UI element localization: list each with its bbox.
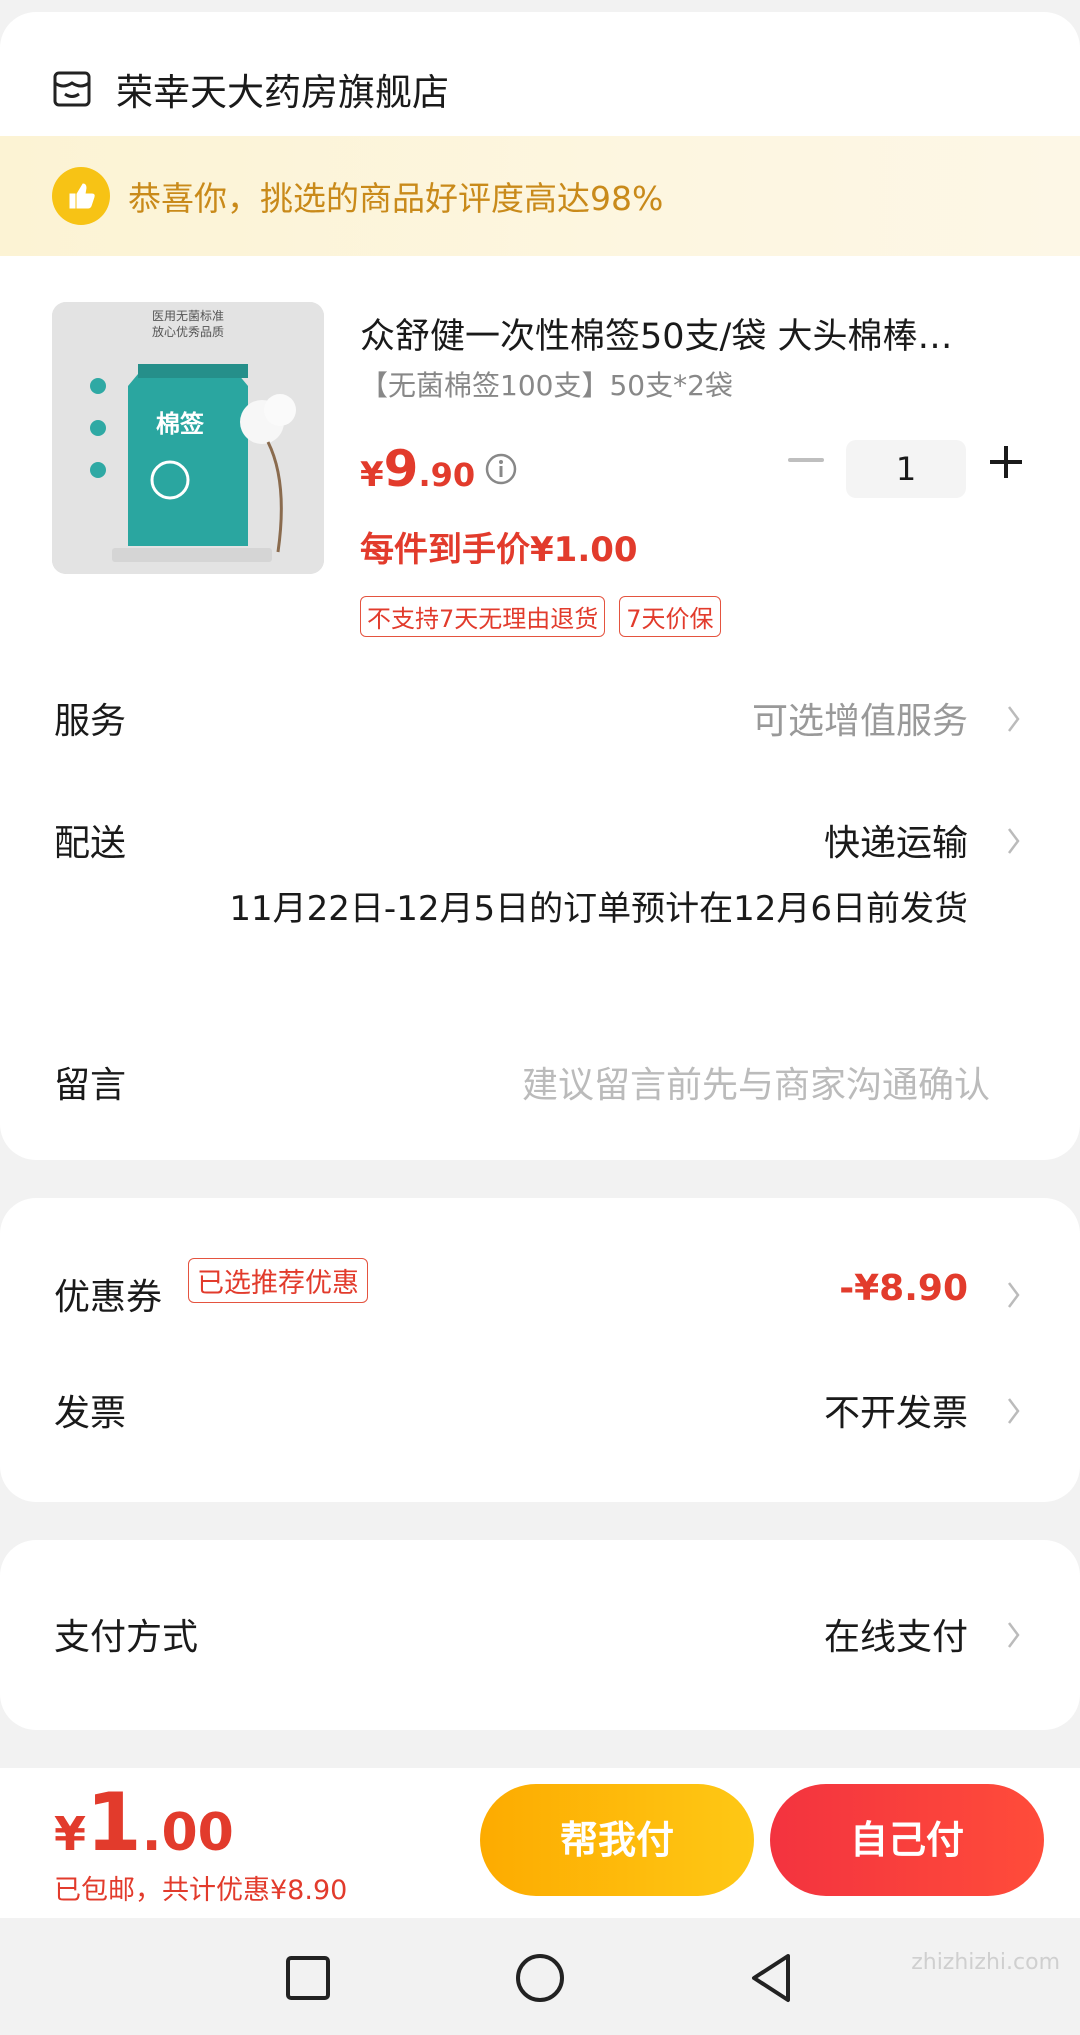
- watermark: zhizhizhi.com: [911, 1950, 1060, 1975]
- rating-banner: 恭喜你，挑选的商品好评度高达98%: [0, 136, 1080, 256]
- product-tags: 不支持7天无理由退货 7天价保: [360, 596, 721, 637]
- rating-banner-text: 恭喜你，挑选的商品好评度高达98%: [128, 179, 664, 218]
- quantity-increase-button[interactable]: [986, 442, 1026, 482]
- product-image[interactable]: 医用无菌标准 放心优秀品质 棉签: [52, 302, 324, 574]
- price-currency: ¥: [360, 455, 384, 495]
- back-icon[interactable]: [742, 1948, 802, 2008]
- product-title[interactable]: 众舒健一次性棉签50支/袋 大头棉棒…: [360, 308, 1030, 359]
- total-price: ¥ 1 .00: [54, 1776, 234, 1869]
- service-label: 服务: [54, 701, 127, 742]
- product-image-pack-label: 棉签: [156, 410, 205, 438]
- total-subtext: 已包邮，共计优惠¥8.90: [54, 1875, 348, 1906]
- service-value[interactable]: 可选增值服务: [752, 692, 968, 744]
- coupon-label: 优惠券: [54, 1277, 163, 1318]
- total-decimal: .00: [141, 1803, 234, 1863]
- self-pay-button[interactable]: 自己付: [770, 1784, 1044, 1896]
- checkout-bar: ¥ 1 .00 已包邮，共计优惠¥8.90 帮我付 自己付: [0, 1768, 1080, 1918]
- discount-card: 优惠券 已选推荐优惠 -¥8.90 发票 不开发票: [0, 1198, 1080, 1502]
- quantity-input[interactable]: 1: [846, 440, 966, 498]
- total-integer: 1: [86, 1776, 142, 1869]
- chevron-right-icon[interactable]: [1006, 1280, 1022, 1310]
- chevron-right-icon[interactable]: [1006, 1396, 1022, 1426]
- payment-value[interactable]: 在线支付: [824, 1608, 968, 1660]
- recent-apps-icon[interactable]: [278, 1948, 338, 2008]
- price-decimal: .90: [418, 456, 476, 494]
- chevron-right-icon[interactable]: [1006, 1620, 1022, 1650]
- info-icon[interactable]: [484, 452, 518, 486]
- final-price: 每件到手价¥1.00: [360, 530, 638, 570]
- price-integer: 9: [383, 440, 419, 498]
- product-price: ¥ 9 .90: [360, 440, 475, 498]
- store-name: 荣幸天大药房旗舰店: [116, 71, 449, 114]
- home-icon[interactable]: [510, 1948, 570, 2008]
- chevron-right-icon[interactable]: [1006, 826, 1022, 856]
- store-icon: [53, 71, 91, 107]
- chevron-right-icon[interactable]: [1006, 704, 1022, 734]
- invoice-label: 发票: [54, 1393, 127, 1434]
- payment-card: 支付方式 在线支付: [0, 1540, 1080, 1730]
- return-policy-tag: 不支持7天无理由退货: [360, 596, 606, 637]
- delivery-value[interactable]: 快递运输: [824, 814, 968, 866]
- help-pay-button[interactable]: 帮我付: [480, 1784, 754, 1896]
- message-input[interactable]: 建议留言前先与商家沟通确认: [522, 1056, 990, 1108]
- coupon-value[interactable]: -¥8.90: [839, 1268, 968, 1309]
- quantity-decrease-button[interactable]: [788, 458, 824, 462]
- delivery-label: 配送: [54, 823, 127, 864]
- invoice-value[interactable]: 不开发票: [824, 1384, 968, 1436]
- product-spec: 【无菌棉签100支】50支*2袋: [360, 369, 733, 402]
- order-card: 荣幸天大药房旗舰店 恭喜你，挑选的商品好评度高达98% 医用无菌标准 放心优秀品…: [0, 12, 1080, 1160]
- store-header[interactable]: 荣幸天大药房旗舰店: [52, 54, 449, 124]
- product-image-line1: 医用无菌标准: [152, 309, 224, 323]
- payment-label: 支付方式: [54, 1617, 199, 1658]
- message-label: 留言: [54, 1065, 127, 1106]
- system-nav-bar: [0, 1918, 1080, 2035]
- price-protect-tag: 7天价保: [619, 596, 721, 637]
- delivery-estimate: 11月22日-12月5日的订单预计在12月6日前发货: [229, 889, 968, 929]
- total-currency: ¥: [54, 1807, 87, 1861]
- thumbs-up-icon: [52, 167, 110, 225]
- product-image-line2: 放心优秀品质: [152, 324, 224, 339]
- coupon-badge: 已选推荐优惠: [188, 1258, 368, 1303]
